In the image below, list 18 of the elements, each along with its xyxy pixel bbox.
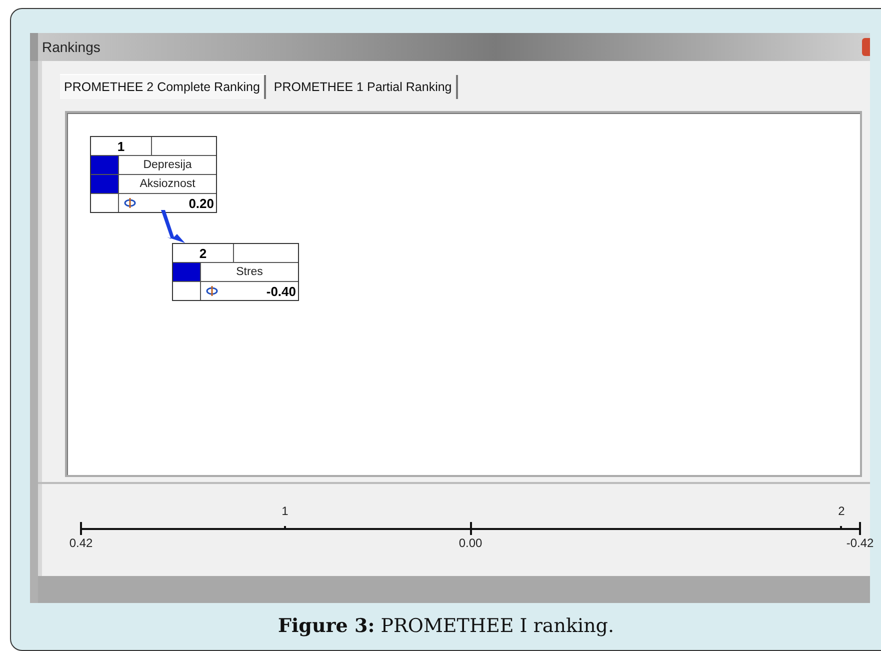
alternative-name: Depresija: [142, 158, 193, 173]
phi-value: -0.40: [266, 284, 296, 298]
phi-icon: [206, 286, 218, 296]
tab[interactable]: PROMETHEE 2 Complete Ranking: [60, 75, 266, 99]
alternative-name: Aksioznost: [138, 177, 196, 192]
close-icon[interactable]: [862, 38, 870, 56]
tick-label: 0.42: [69, 536, 93, 550]
rank-marker: 2: [838, 504, 845, 518]
rank-number: 1: [91, 137, 152, 155]
tick-label: 0.00: [458, 536, 482, 550]
alternative-name: Stres: [235, 265, 264, 280]
figure-caption: Figure 3: PROMETHEE I ranking.: [276, 615, 616, 637]
window-title: Rankings: [41, 39, 100, 55]
phi-value: 0.20: [188, 196, 214, 210]
phi-icon: [124, 198, 136, 208]
tick-label: -0.42: [846, 536, 874, 550]
rank-number: 2: [173, 244, 234, 262]
rank-marker: 1: [282, 504, 288, 518]
